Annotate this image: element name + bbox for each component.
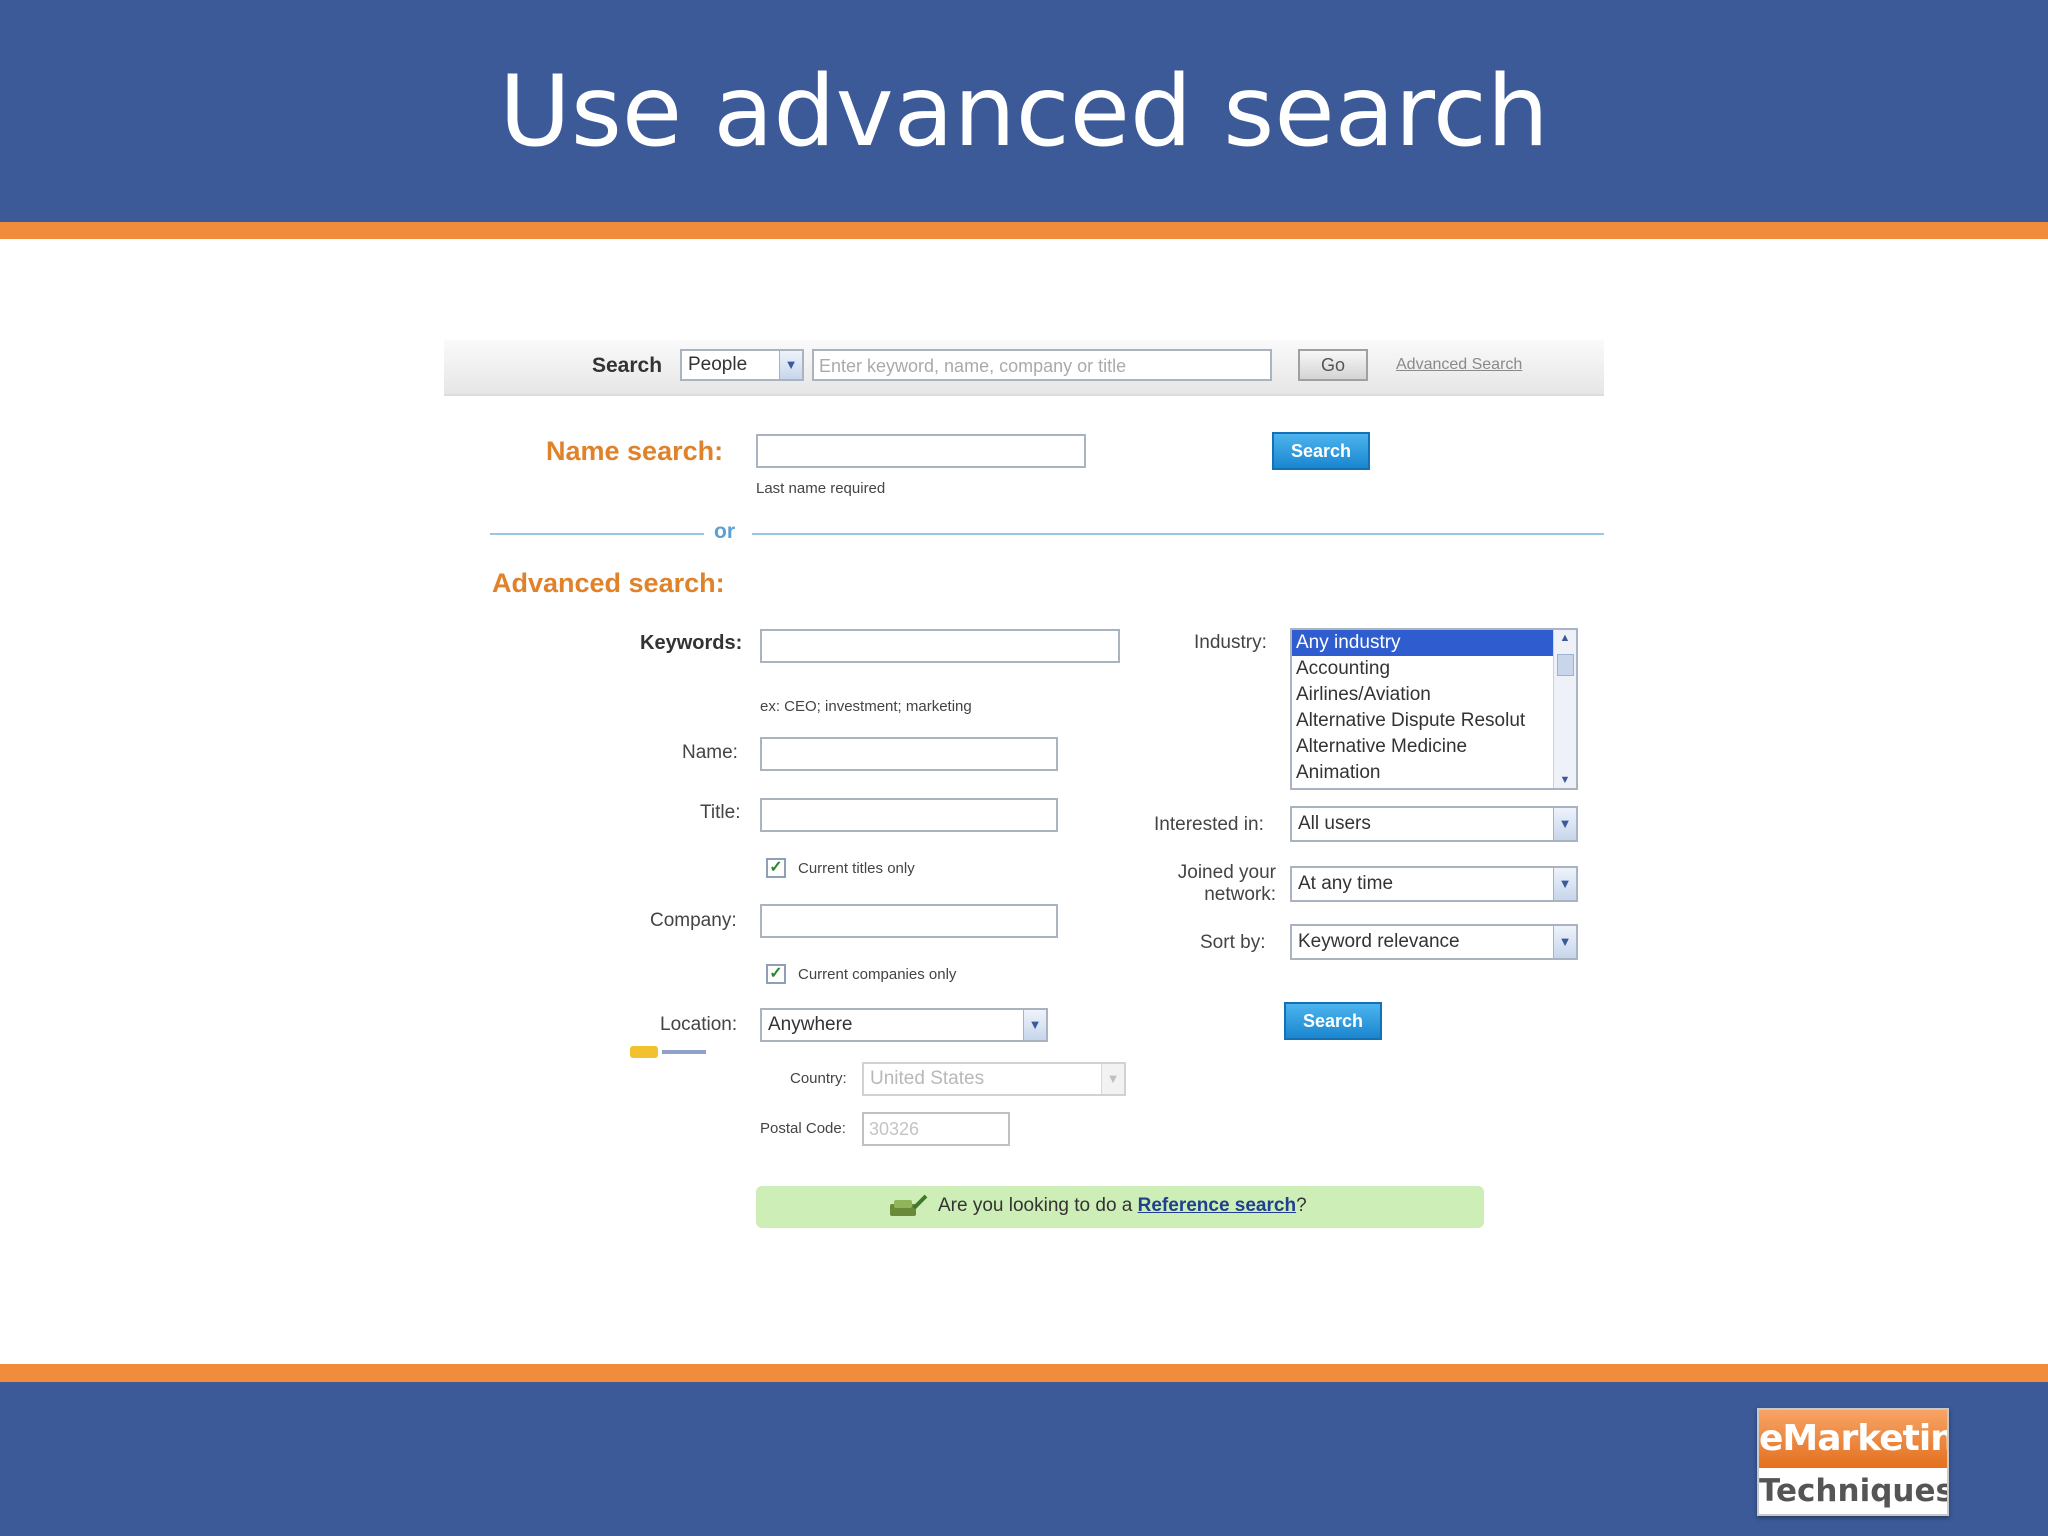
brand-logo: eMarketing Techniques — [1757, 1408, 1949, 1516]
industry-option[interactable]: Alternative Medicine — [1292, 734, 1576, 760]
location-label: Location: — [660, 1014, 738, 1035]
divider-left — [490, 533, 704, 535]
advanced-search-heading: Advanced search: — [492, 568, 725, 598]
advanced-search-button[interactable]: Search — [1284, 1002, 1382, 1040]
industry-label: Industry: — [1194, 632, 1267, 653]
search-screenshot: Search People ▼ Enter keyword, name, com… — [444, 340, 1604, 1240]
reference-icon — [888, 1194, 928, 1218]
reference-suffix: ? — [1296, 1195, 1307, 1216]
slide-title: Use advanced search — [499, 55, 1549, 169]
interested-in-select[interactable]: All users ▼ — [1290, 806, 1578, 842]
sort-by-value: Keyword relevance — [1298, 931, 1460, 952]
chevron-down-icon: ▼ — [1101, 1064, 1124, 1094]
title-input[interactable] — [760, 798, 1058, 832]
chevron-down-icon: ▼ — [1553, 808, 1576, 840]
current-titles-checkbox[interactable]: ✓ — [766, 858, 786, 878]
reference-search-banner: Are you looking to do a Reference search… — [756, 1186, 1484, 1228]
scroll-up-icon[interactable]: ▲ — [1554, 632, 1576, 644]
interested-in-value: All users — [1298, 813, 1371, 834]
header-stripe — [0, 222, 2048, 239]
interested-in-label: Interested in: — [1154, 814, 1264, 835]
name-label: Name: — [682, 742, 738, 763]
joined-network-value: At any time — [1298, 873, 1394, 894]
chevron-down-icon: ▼ — [779, 351, 802, 379]
name-search-heading: Name search: — [546, 436, 724, 466]
joined-label-line-2: network: — [1204, 884, 1276, 905]
current-companies-checkbox[interactable]: ✓ — [766, 964, 786, 984]
chevron-down-icon: ▼ — [1553, 926, 1576, 958]
industry-option[interactable]: Animation — [1292, 760, 1576, 786]
divider-right — [752, 533, 1604, 535]
industry-option[interactable]: Any industry — [1292, 630, 1554, 656]
industry-option[interactable]: Accounting — [1292, 656, 1576, 682]
location-select[interactable]: Anywhere ▼ — [760, 1008, 1048, 1042]
top-search-bar: Search People ▼ Enter keyword, name, com… — [444, 340, 1604, 396]
footer-stripe — [0, 1364, 2048, 1382]
industry-listbox[interactable]: Any industry Accounting Airlines/Aviatio… — [1290, 628, 1578, 790]
keyword-search-input[interactable]: Enter keyword, name, company or title — [812, 349, 1272, 381]
slide-header: Use advanced search — [0, 0, 2048, 222]
scroll-down-icon[interactable]: ▼ — [1554, 774, 1576, 786]
current-titles-label: Current titles only — [798, 860, 915, 877]
name-search-hint: Last name required — [756, 480, 886, 497]
chevron-down-icon: ▼ — [1023, 1010, 1046, 1040]
search-label: Search — [592, 354, 663, 377]
keywords-label: Keywords: — [640, 632, 743, 654]
postal-code-input[interactable]: 30326 — [862, 1112, 1010, 1146]
scope-select[interactable]: People ▼ — [680, 349, 804, 381]
advanced-search-link[interactable]: Advanced Search — [1396, 356, 1522, 374]
reference-prefix: Are you looking to do a — [938, 1195, 1138, 1216]
location-select-value: Anywhere — [768, 1014, 853, 1035]
company-label: Company: — [650, 910, 737, 931]
country-label: Country: — [790, 1070, 847, 1087]
scroll-thumb[interactable] — [1557, 654, 1574, 676]
chevron-down-icon: ▼ — [1553, 868, 1576, 900]
logo-line-2: Techniques — [1759, 1473, 1949, 1509]
reference-search-link[interactable]: Reference search — [1138, 1195, 1296, 1216]
name-input[interactable] — [760, 737, 1058, 771]
joined-network-select[interactable]: At any time ▼ — [1290, 866, 1578, 902]
postal-code-value: 30326 — [869, 1119, 920, 1139]
keywords-hint: ex: CEO; investment; marketing — [760, 698, 972, 715]
company-input[interactable] — [760, 904, 1058, 938]
industry-option[interactable]: Alternative Dispute Resolut — [1292, 708, 1576, 734]
slide-footer — [0, 1382, 2048, 1536]
keyword-search-placeholder: Enter keyword, name, company or title — [819, 356, 1127, 376]
title-label: Title: — [700, 802, 741, 823]
sort-by-label: Sort by: — [1200, 932, 1266, 953]
country-select-value: United States — [870, 1068, 985, 1089]
country-select[interactable]: United States ▼ — [862, 1062, 1126, 1096]
current-companies-label: Current companies only — [798, 966, 957, 983]
logo-line-1: eMarketing — [1759, 1410, 1947, 1468]
joined-network-label: Joined your network: — [1166, 862, 1276, 906]
reference-search-text: Are you looking to do a Reference search… — [938, 1195, 1307, 1217]
or-label: or — [714, 520, 735, 543]
keywords-input[interactable] — [760, 629, 1120, 663]
postal-code-label: Postal Code: — [760, 1120, 846, 1137]
sort-by-select[interactable]: Keyword relevance ▼ — [1290, 924, 1578, 960]
go-button[interactable]: Go — [1298, 349, 1368, 381]
learn-more-link-icon — [662, 1050, 706, 1054]
name-search-button[interactable]: Search — [1272, 432, 1370, 470]
industry-option[interactable]: Airlines/Aviation — [1292, 682, 1576, 708]
new-badge-icon — [630, 1046, 658, 1058]
industry-scrollbar[interactable]: ▲ ▼ — [1553, 630, 1576, 788]
scope-select-value: People — [688, 354, 748, 375]
joined-label-line-1: Joined your — [1177, 862, 1276, 883]
name-search-input[interactable] — [756, 434, 1086, 468]
